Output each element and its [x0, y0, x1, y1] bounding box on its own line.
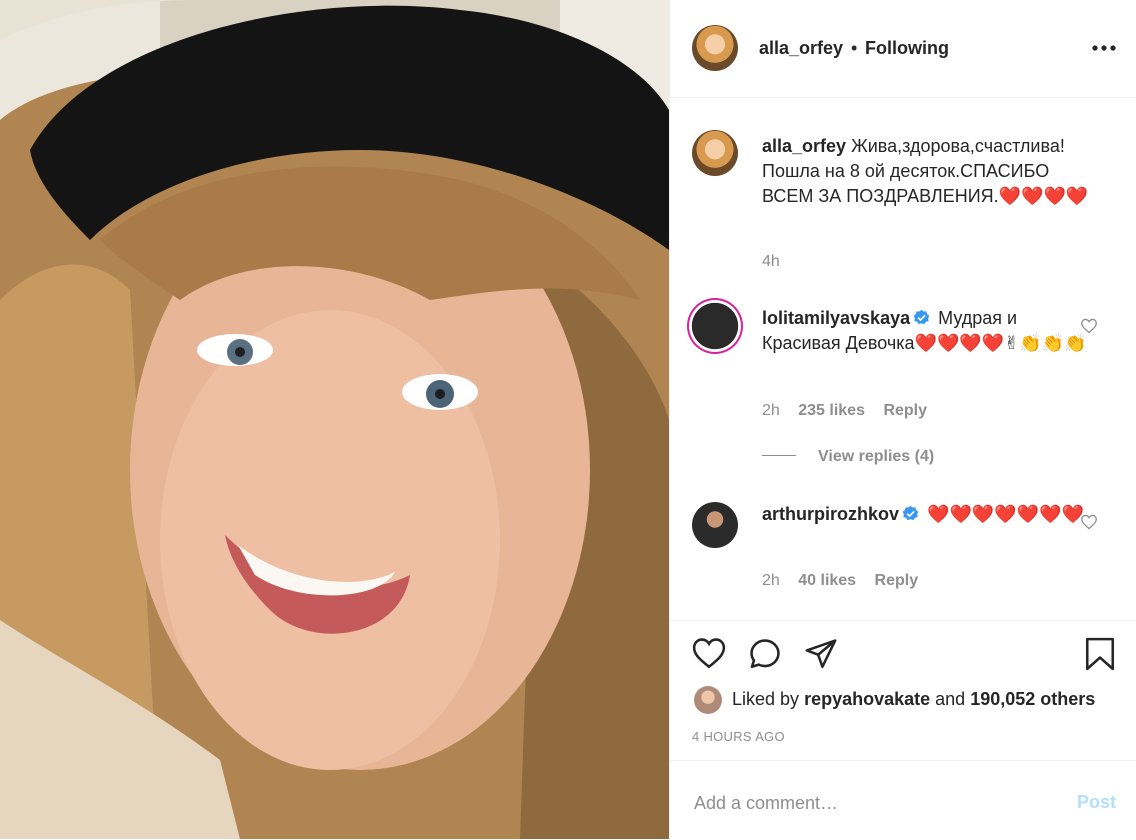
comment-emoji: ❤️❤️❤️❤️❤️❤️❤️: [927, 504, 1084, 525]
add-comment-bar: Post: [670, 760, 1136, 840]
comment-input[interactable]: [692, 789, 1036, 817]
caption-time[interactable]: 4h: [762, 253, 780, 270]
caption-username[interactable]: alla_orfey: [762, 136, 846, 156]
heart-icon[interactable]: [692, 637, 726, 671]
comment-text: lolitamilyavskaya Мудрая и Красивая Дево…: [762, 306, 1092, 356]
portrait-image: [0, 0, 669, 839]
comment-time[interactable]: 2h: [762, 402, 780, 419]
reply-button[interactable]: Reply: [875, 572, 919, 589]
comment-meta: 2h 235 likes Reply: [762, 402, 941, 420]
paper-plane-icon[interactable]: [804, 637, 838, 671]
comment-text: arthurpirozhkov ❤️❤️❤️❤️❤️❤️❤️: [762, 502, 1092, 527]
post-comment-button[interactable]: Post: [1077, 792, 1116, 813]
author-username[interactable]: alla_orfey: [759, 38, 843, 59]
comment-meta: 2h 40 likes Reply: [762, 572, 932, 590]
post-side-panel: alla_orfey • Following alla_orfey Жива,з…: [670, 0, 1136, 839]
likes-count-button[interactable]: 190,052 others: [970, 689, 1095, 709]
comment-like-heart-icon[interactable]: [1080, 514, 1098, 530]
verified-badge-icon: [902, 505, 919, 521]
caption-text: alla_orfey Жива,здорова,счастлива! Пошла…: [762, 134, 1092, 209]
liker-username[interactable]: repyahovakate: [804, 689, 930, 709]
bookmark-icon[interactable]: [1083, 637, 1117, 671]
post-photo[interactable]: [0, 0, 669, 839]
verified-badge-icon: [913, 309, 930, 325]
view-replies-line: [762, 455, 796, 456]
author-avatar[interactable]: [692, 25, 738, 71]
comment-likes[interactable]: 40 likes: [798, 572, 856, 589]
post-timestamp[interactable]: 4 HOURS AGO: [692, 729, 785, 744]
follow-status-button[interactable]: Following: [865, 38, 949, 59]
comment-bubble-icon[interactable]: [748, 637, 782, 671]
caption-emoji: ❤️❤️❤️❤️: [998, 186, 1089, 207]
comment-like-heart-icon[interactable]: [1080, 318, 1098, 334]
post-header: alla_orfey • Following: [670, 0, 1136, 98]
comment-emoji: ❤️❤️❤️❤️✌👏👏👏: [914, 333, 1087, 354]
likes-summary: Liked by repyahovakate and 190,052 other…: [732, 689, 1095, 710]
comment-username[interactable]: arthurpirozhkov: [762, 504, 899, 524]
comment-time[interactable]: 2h: [762, 572, 780, 589]
commenter-avatar-story-ring[interactable]: [687, 298, 743, 354]
caption-meta: 4h: [762, 253, 794, 271]
comment-username[interactable]: lolitamilyavskaya: [762, 308, 910, 328]
comment-likes[interactable]: 235 likes: [798, 402, 865, 419]
liker-avatar[interactable]: [694, 686, 722, 714]
view-replies-button[interactable]: View replies (4): [762, 448, 934, 466]
liked-by-prefix: Liked by: [732, 689, 800, 709]
view-replies-label: View replies (4): [818, 448, 935, 465]
caption-avatar[interactable]: [692, 130, 738, 176]
commenter-avatar[interactable]: [692, 502, 738, 548]
reply-button[interactable]: Reply: [883, 402, 927, 419]
liked-by-middle: and: [935, 689, 966, 709]
more-dots-icon[interactable]: [1090, 36, 1118, 60]
header-separator: •: [851, 38, 858, 58]
